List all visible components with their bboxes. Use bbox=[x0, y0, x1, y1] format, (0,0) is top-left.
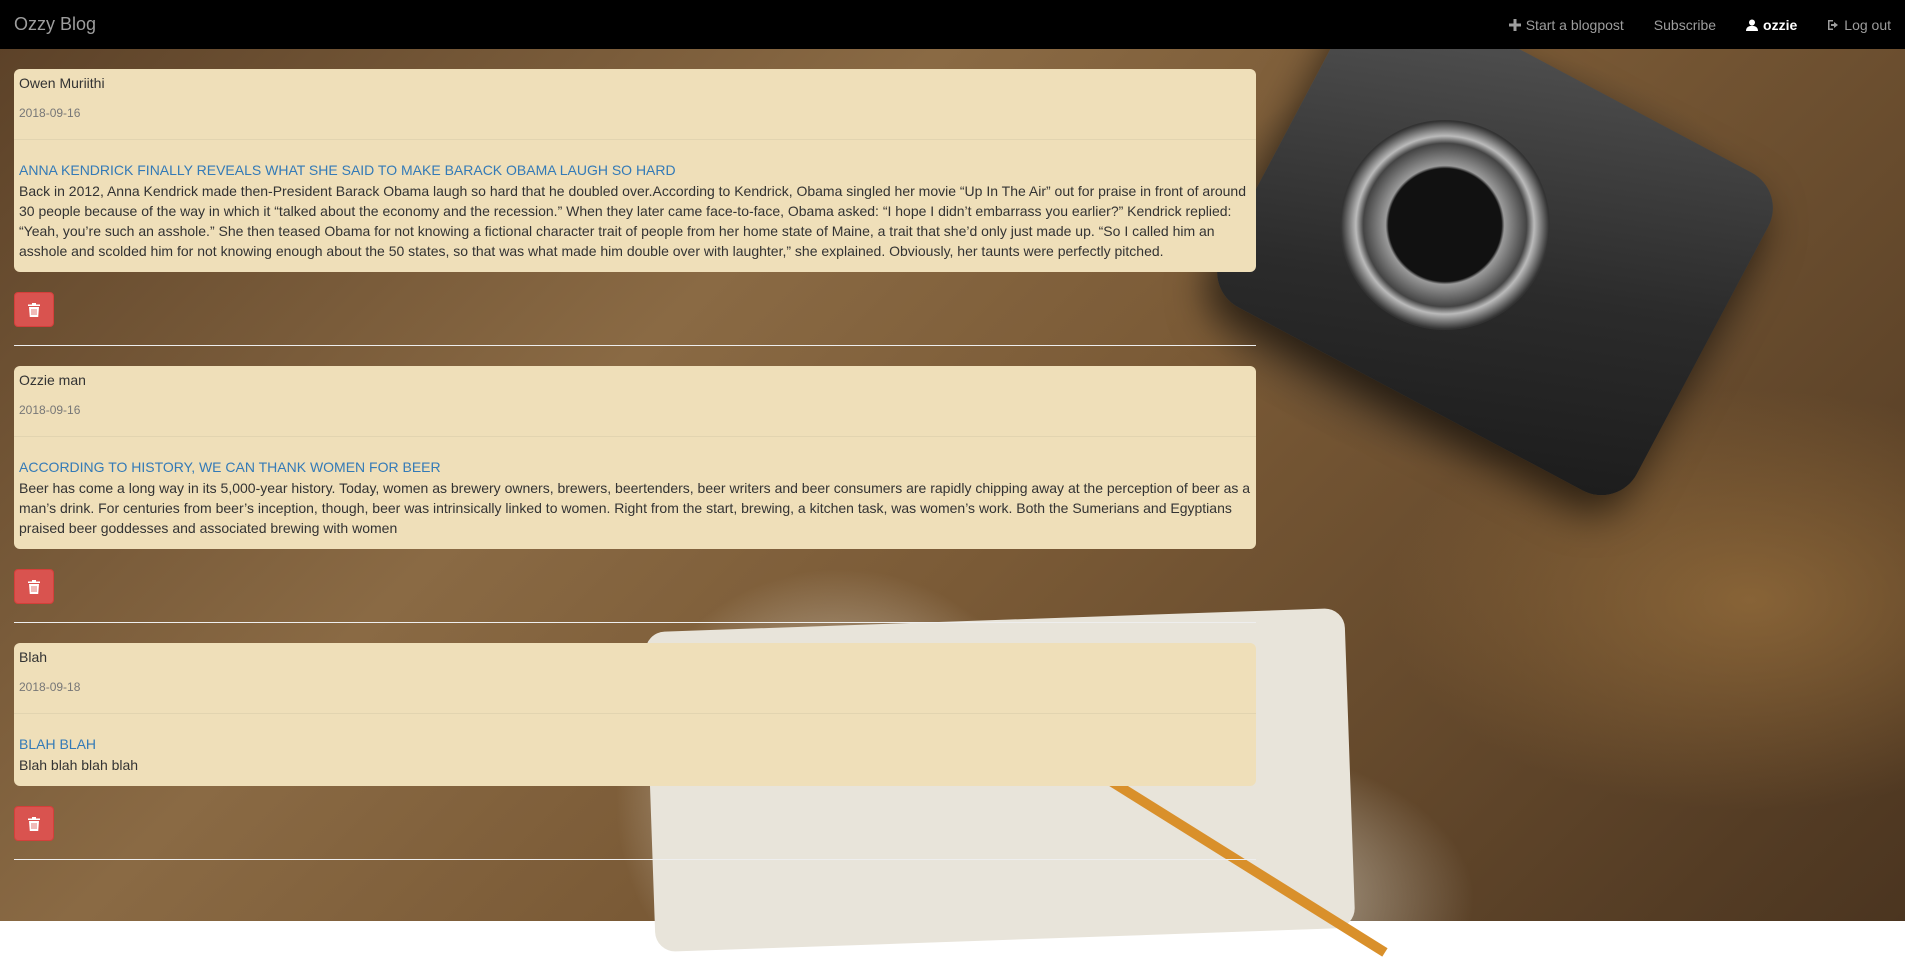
post-entry: Ozzie man 2018-09-16 ACCORDING TO HISTOR… bbox=[14, 366, 1256, 623]
post-title-link[interactable]: ANNA KENDRICK FINALLY REVEALS WHAT SHE S… bbox=[19, 162, 1251, 178]
post-list: Owen Muriithi 2018-09-16 ANNA KENDRICK F… bbox=[14, 69, 1256, 880]
nav-right: Start a blogpost Subscribe ozzie Log out bbox=[1508, 0, 1905, 49]
post-separator bbox=[14, 859, 1256, 860]
post-actions bbox=[14, 549, 1256, 622]
brand-link[interactable]: Ozzy Blog bbox=[14, 14, 96, 35]
post-actions bbox=[14, 786, 1256, 859]
trash-icon bbox=[28, 816, 40, 831]
post-separator bbox=[14, 345, 1256, 346]
subscribe-label: Subscribe bbox=[1653, 16, 1717, 33]
post-title-link[interactable]: BLAH BLAH bbox=[19, 736, 1251, 752]
post-title-link[interactable]: ACCORDING TO HISTORY, WE CAN THANK WOMEN… bbox=[19, 459, 1251, 475]
post-author: Ozzie man bbox=[19, 372, 86, 388]
divider bbox=[14, 713, 1256, 714]
post-card: Ozzie man 2018-09-16 ACCORDING TO HISTOR… bbox=[14, 366, 1256, 549]
delete-post-button[interactable] bbox=[14, 292, 54, 327]
post-body: Back in 2012, Anna Kendrick made then-Pr… bbox=[19, 183, 1246, 259]
post-body: Beer has come a long way in its 5,000-ye… bbox=[19, 480, 1251, 536]
post-card: Blah 2018-09-18 BLAH BLAH Blah blah blah… bbox=[14, 643, 1256, 786]
post-entry: Owen Muriithi 2018-09-16 ANNA KENDRICK F… bbox=[14, 69, 1256, 346]
user-icon bbox=[1746, 19, 1759, 31]
trash-icon bbox=[28, 579, 40, 594]
post-card: Owen Muriithi 2018-09-16 ANNA KENDRICK F… bbox=[14, 69, 1256, 272]
logout-label: Log out bbox=[1844, 16, 1891, 33]
divider bbox=[14, 139, 1256, 140]
background-camera-lens bbox=[1340, 120, 1550, 330]
navbar: Ozzy Blog Start a blogpost Subscribe ozz… bbox=[0, 0, 1905, 49]
delete-post-button[interactable] bbox=[14, 806, 54, 841]
post-separator bbox=[14, 622, 1256, 623]
post-body: Blah blah blah blah bbox=[19, 757, 139, 773]
plus-icon bbox=[1508, 18, 1521, 31]
user-profile-link[interactable]: ozzie bbox=[1746, 17, 1797, 33]
divider bbox=[14, 436, 1256, 437]
logout-icon bbox=[1828, 19, 1839, 30]
start-blogpost-label: Start a blogpost bbox=[1525, 16, 1624, 33]
post-date: 2018-09-18 bbox=[19, 680, 81, 694]
post-author: Owen Muriithi bbox=[19, 75, 105, 91]
logout-link[interactable]: Log out bbox=[1827, 17, 1891, 33]
delete-post-button[interactable] bbox=[14, 569, 54, 604]
start-blogpost-link[interactable]: Start a blogpost bbox=[1508, 16, 1624, 33]
post-actions bbox=[14, 272, 1256, 345]
trash-icon bbox=[28, 302, 40, 317]
subscribe-link[interactable]: Subscribe bbox=[1654, 17, 1716, 33]
user-label: ozzie bbox=[1763, 16, 1798, 33]
post-author: Blah bbox=[19, 649, 48, 665]
post-entry: Blah 2018-09-18 BLAH BLAH Blah blah blah… bbox=[14, 643, 1256, 860]
post-date: 2018-09-16 bbox=[19, 403, 81, 417]
post-date: 2018-09-16 bbox=[19, 106, 81, 120]
